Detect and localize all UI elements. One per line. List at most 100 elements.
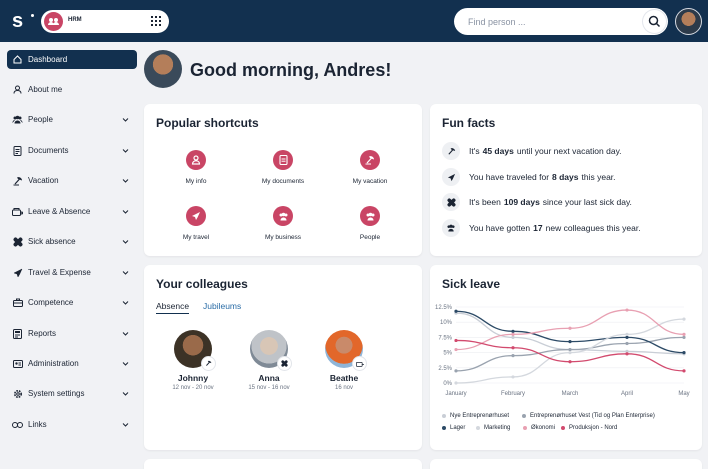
data-point[interactable] bbox=[682, 369, 686, 373]
data-point[interactable] bbox=[454, 338, 458, 343]
x-tick-label: March bbox=[562, 391, 579, 397]
data-point[interactable] bbox=[568, 340, 572, 344]
sidebar-item-documents[interactable]: Documents bbox=[7, 141, 137, 160]
data-point[interactable] bbox=[511, 375, 515, 379]
shortcut-my-vacation[interactable]: My vacation bbox=[335, 150, 405, 185]
shortcut-label: My vacation bbox=[352, 178, 388, 185]
legend-swatch bbox=[522, 414, 526, 418]
people-icon bbox=[12, 114, 23, 125]
fact-value: 17 bbox=[533, 223, 543, 233]
data-point[interactable] bbox=[454, 309, 458, 313]
shortcut-people[interactable]: People bbox=[335, 206, 405, 241]
people-icon bbox=[442, 219, 460, 237]
legend-item[interactable]: Produksjon - Nord bbox=[561, 425, 617, 431]
sidebar-item-about-me[interactable]: About me bbox=[7, 80, 137, 99]
data-point[interactable] bbox=[682, 317, 686, 321]
data-point[interactable] bbox=[511, 335, 515, 339]
data-point[interactable] bbox=[625, 341, 629, 346]
legend-item[interactable]: Økonomi bbox=[523, 425, 555, 431]
app-switcher[interactable]: HRM bbox=[41, 10, 169, 33]
sidebar-item-label: Administration bbox=[28, 359, 79, 368]
data-point[interactable] bbox=[511, 332, 515, 336]
x-tick-label: January bbox=[445, 391, 466, 397]
people-icon bbox=[360, 206, 380, 226]
home-icon bbox=[12, 54, 23, 65]
data-point[interactable] bbox=[625, 335, 629, 339]
data-point[interactable] bbox=[511, 346, 515, 350]
chevron-down-icon bbox=[122, 271, 129, 275]
sidebar-item-competence[interactable]: Competence bbox=[7, 293, 137, 312]
data-point[interactable] bbox=[454, 369, 458, 373]
sidebar-item-leave-absence[interactable]: Leave & Absence bbox=[7, 202, 137, 221]
shortcut-my-info[interactable]: My info bbox=[161, 150, 231, 185]
y-tick-label: 0% bbox=[443, 381, 452, 387]
fun-fact-item: It's 45 days until your next vacation day. bbox=[442, 142, 622, 160]
search-button[interactable] bbox=[643, 10, 666, 33]
shortcuts-card: Popular shortcuts My info My documents M… bbox=[144, 104, 422, 256]
y-tick-label: 12.5% bbox=[435, 305, 453, 311]
logo[interactable]: s bbox=[12, 8, 34, 34]
shortcut-my-documents[interactable]: My documents bbox=[248, 150, 318, 185]
series-line[interactable] bbox=[455, 339, 685, 372]
y-tick-label: 5% bbox=[443, 351, 452, 357]
shortcut-my-travel[interactable]: My travel bbox=[161, 206, 231, 241]
colleague-card[interactable]: Anna 15 nov - 16 nov bbox=[239, 330, 299, 391]
colleague-name: Beathe bbox=[329, 373, 359, 383]
chevron-down-icon bbox=[122, 392, 129, 396]
data-point[interactable] bbox=[454, 347, 458, 352]
sidebar-item-dashboard[interactable]: Dashboard bbox=[7, 50, 137, 69]
data-point[interactable] bbox=[682, 332, 686, 336]
sidebar-item-links[interactable]: Links bbox=[7, 415, 137, 434]
sidebar-item-label: Sick absence bbox=[28, 237, 76, 246]
document-icon bbox=[273, 150, 293, 170]
person-search bbox=[454, 8, 668, 35]
data-point[interactable] bbox=[625, 332, 629, 336]
fun-fact-item: It's been 109 days since your last sick da… bbox=[442, 193, 632, 211]
data-point[interactable] bbox=[682, 335, 686, 339]
sidebar-item-sick-absence[interactable]: Sick absence bbox=[7, 232, 137, 251]
colleague-dates: 15 nov - 16 nov bbox=[248, 385, 290, 391]
chevron-down-icon bbox=[122, 210, 129, 214]
document-icon bbox=[12, 145, 23, 156]
data-point[interactable] bbox=[625, 352, 629, 356]
colleague-card[interactable]: Beathe 16 nov bbox=[314, 330, 374, 391]
sidebar-item-travel-expense[interactable]: Travel & Expense bbox=[7, 263, 137, 282]
data-point[interactable] bbox=[568, 360, 572, 364]
tab-jubileums[interactable]: Jubileums bbox=[203, 301, 241, 311]
vacation-icon bbox=[202, 357, 215, 370]
search-input[interactable] bbox=[468, 14, 628, 29]
briefcase-icon bbox=[12, 297, 23, 308]
data-point[interactable] bbox=[682, 351, 686, 355]
fact-value: 8 days bbox=[552, 172, 579, 182]
legend-label: Marketing bbox=[484, 425, 511, 431]
sidebar-item-system-settings[interactable]: System settings bbox=[7, 384, 137, 403]
user-avatar[interactable] bbox=[675, 8, 702, 35]
app-grid-icon[interactable] bbox=[151, 16, 161, 26]
legend-item[interactable]: Marketing bbox=[476, 425, 510, 431]
sidebar-item-label: Vacation bbox=[28, 176, 59, 185]
fact-text: new colleagues this year. bbox=[545, 223, 641, 233]
series-line[interactable] bbox=[455, 312, 685, 355]
sidebar-item-administration[interactable]: Administration bbox=[7, 354, 137, 373]
shortcut-my-business[interactable]: My business bbox=[248, 206, 318, 241]
data-point[interactable] bbox=[568, 351, 572, 355]
sick-leave-chart: 0% 2.5% 5% 7.5% 10% 12.5% January February March… bbox=[435, 305, 690, 397]
data-point[interactable] bbox=[568, 326, 572, 330]
admin-icon bbox=[12, 358, 23, 369]
fact-value: 45 days bbox=[482, 146, 514, 156]
sidebar-item-people[interactable]: People bbox=[7, 110, 137, 129]
legend-item[interactable]: Entreprenørhuset Vest (Tid og Plan Enter… bbox=[522, 413, 655, 419]
sidebar-item-reports[interactable]: Reports bbox=[7, 324, 137, 343]
legend-item[interactable]: Lager bbox=[442, 425, 465, 431]
data-point[interactable] bbox=[454, 381, 458, 385]
chevron-down-icon bbox=[122, 423, 129, 427]
legend-swatch bbox=[442, 414, 446, 418]
tab-absence[interactable]: Absence bbox=[156, 301, 190, 314]
data-point[interactable] bbox=[511, 329, 515, 333]
data-point[interactable] bbox=[568, 347, 572, 352]
legend-item[interactable]: Nye Entreprenørhuset bbox=[442, 413, 509, 419]
colleague-card[interactable]: Johnny 12 nov - 20 nov bbox=[163, 330, 223, 391]
data-point[interactable] bbox=[625, 308, 629, 312]
sidebar-item-vacation[interactable]: Vacation bbox=[7, 171, 137, 190]
data-point[interactable] bbox=[511, 354, 515, 358]
